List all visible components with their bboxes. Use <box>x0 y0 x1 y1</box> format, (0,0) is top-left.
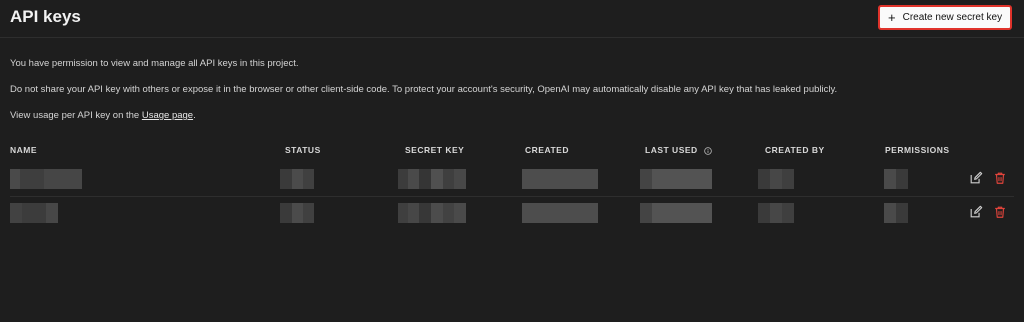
row-divider <box>10 196 1014 197</box>
redacted-created-by <box>758 203 794 223</box>
page-header: API keys + Create new secret key <box>0 0 1024 38</box>
page-title: API keys <box>10 7 81 26</box>
column-header-secret-key: SECRET KEY <box>405 145 465 155</box>
redacted-secret-key <box>398 203 466 223</box>
redacted-name <box>10 203 58 223</box>
column-header-created-by: CREATED BY <box>765 145 825 155</box>
redacted-permissions <box>884 169 908 189</box>
security-notice: Do not share your API key with others or… <box>10 84 838 95</box>
plus-icon: + <box>888 10 896 25</box>
trash-icon[interactable] <box>993 171 1007 185</box>
edit-icon[interactable] <box>969 205 983 219</box>
redacted-status <box>280 169 314 189</box>
usage-page-link[interactable]: Usage page <box>142 110 193 121</box>
column-header-last-used-label: LAST USED <box>645 145 698 155</box>
column-header-created: CREATED <box>525 145 569 155</box>
usage-notice-suffix: . <box>193 110 196 121</box>
redacted-created-by <box>758 169 794 189</box>
redacted-permissions <box>884 203 908 223</box>
redacted-secret-key <box>398 169 466 189</box>
permission-notice: You have permission to view and manage a… <box>10 58 299 69</box>
usage-notice: View usage per API key on the Usage page… <box>10 110 196 121</box>
redacted-name <box>10 169 82 189</box>
usage-notice-prefix: View usage per API key on the <box>10 110 142 121</box>
info-icon[interactable] <box>703 146 712 155</box>
redacted-last-used <box>640 203 712 223</box>
create-secret-key-button[interactable]: + Create new secret key <box>878 5 1012 30</box>
column-header-last-used: LAST USED <box>645 145 712 155</box>
redacted-status <box>280 203 314 223</box>
column-header-status: STATUS <box>285 145 321 155</box>
trash-icon[interactable] <box>993 205 1007 219</box>
create-secret-key-label: Create new secret key <box>902 12 1003 23</box>
redacted-created <box>522 203 598 223</box>
redacted-created <box>522 169 598 189</box>
column-header-name: NAME <box>10 145 38 155</box>
edit-icon[interactable] <box>969 171 983 185</box>
column-header-permissions: PERMISSIONS <box>885 145 950 155</box>
redacted-last-used <box>640 169 712 189</box>
